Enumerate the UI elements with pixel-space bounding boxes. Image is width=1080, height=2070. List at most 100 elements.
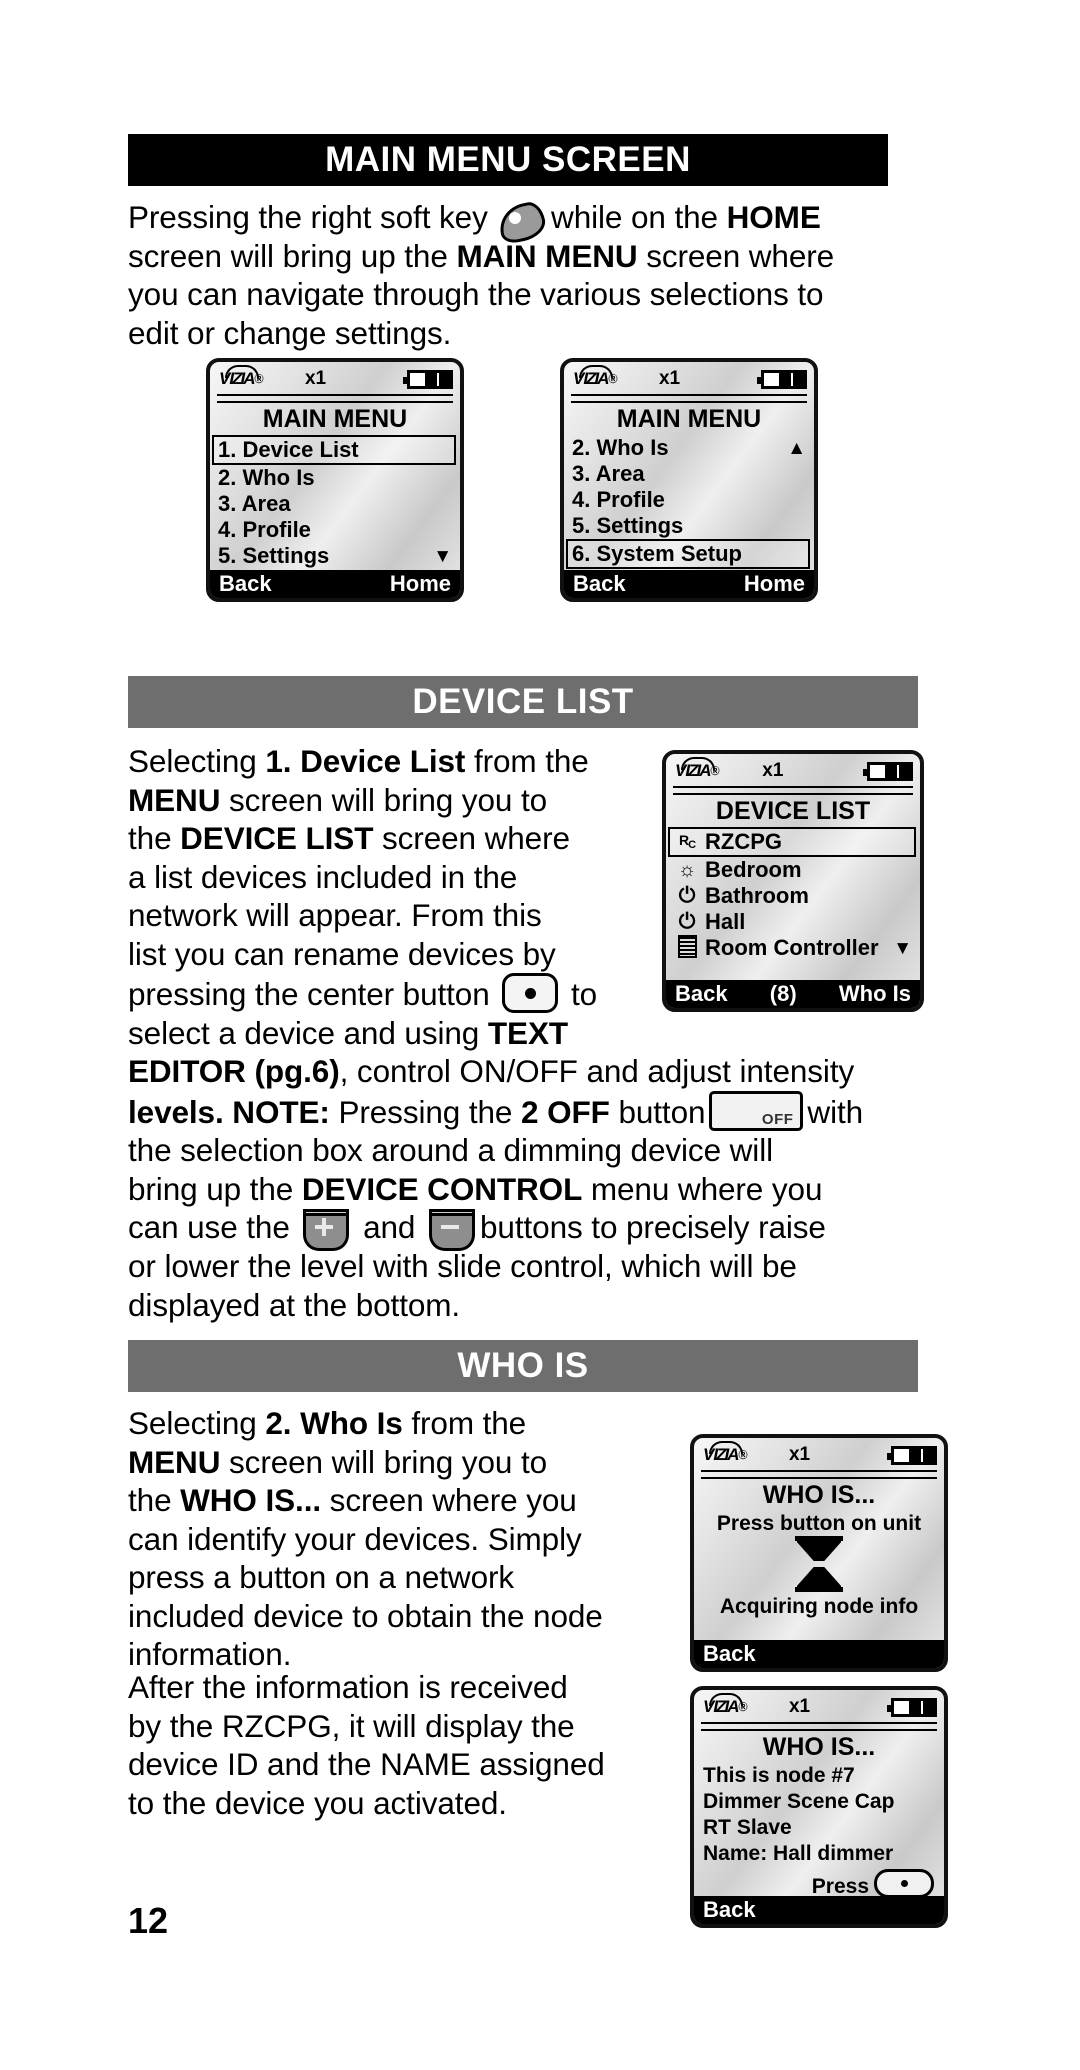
vizia-logo: VIZIAⓇ [703,1441,748,1465]
softkey-back[interactable]: Back [675,980,728,1008]
menu-item-device-list[interactable]: 1. Device List [212,435,456,465]
menu-item-area[interactable]: 3. Area [218,491,460,517]
divider [701,1722,937,1731]
menu-item-label: 4. Profile [218,517,311,542]
device-row-hall[interactable]: ⏻ Hall [674,909,920,935]
section-header-device-list: DEVICE LIST [128,676,918,728]
minus-button-icon [429,1209,476,1251]
section-header-main-menu-screen: MAIN MENU SCREEN [128,134,888,186]
softkey-who-is[interactable]: Who Is [839,980,911,1008]
dl-text-23: displayed at the bottom. [128,1286,461,1323]
lcd-title: MAIN MENU [262,405,408,433]
result-device-name: Name: Hall dimmer [703,1842,894,1865]
device-list-paragraph-left: Selecting 1. Device List from the MENU s… [128,742,658,1052]
center-button-icon [502,973,559,1013]
wi-text-10: After the information is received [128,1669,568,1705]
device-label: Room Controller [705,935,879,960]
off-button-icon: OFF [709,1090,804,1131]
menu-item-settings[interactable]: 5. Settings [572,513,814,539]
dl-text-2: from the [473,743,589,779]
lcd-title: WHO IS... [762,1481,876,1509]
multiplier-label: x1 [304,368,327,389]
menu-item-label: 6. System Setup [572,541,742,566]
lcd-softkey-bar: Back Home [210,570,460,598]
lcd-title: MAIN MENU [616,405,762,433]
wi-text-9: information. [128,1636,292,1672]
who-is-status: Acquiring node info [719,1595,919,1618]
menu-item-profile[interactable]: 4. Profile [218,517,460,543]
scroll-down-arrow-icon[interactable]: ▼ [893,939,912,958]
wi-text-1: Selecting [128,1405,257,1441]
battery-icon [886,1445,937,1465]
dl-text-15: with [807,1093,864,1130]
menu-item-label: 1. Device List [218,437,359,462]
device-row-bedroom[interactable]: ☼ Bedroom [674,857,920,883]
lcd-status-bar: VIZIAⓇ x1 [694,1438,944,1470]
menu-item-label: 2. Who Is [218,465,315,490]
menu-item-label: 4. Profile [572,487,665,512]
scroll-up-arrow-icon[interactable]: ▲ [787,439,806,458]
device-row-room-controller[interactable]: Room Controller ▼ [674,935,920,961]
dl-text-11: select a device and using [128,1014,480,1051]
wi-text-13: to the device you activated. [128,1784,507,1821]
power-icon: ⏻ [678,910,696,933]
soft-key-icon [496,199,549,246]
dl-text-21: buttons to precisely raise [480,1209,826,1245]
dl-text-4: the [128,820,172,856]
press-label: Press [811,1875,869,1898]
lcd-screen-main-menu-2: VIZIAⓇ x1 MAIN MENU 2. Who Is ▲ 3. Area 4… [560,358,818,602]
who-is-paragraph-1: Selecting 2. Who Is from the MENU screen… [128,1404,658,1674]
power-icon: ⏻ [678,884,696,907]
wi-who-is-screen-label: WHO IS... [180,1482,322,1518]
menu-item-system-setup[interactable]: 6. System Setup [566,539,810,569]
intro-text-6: edit or change settings. [128,314,452,351]
softkey-back[interactable]: Back [703,1896,756,1924]
softkey-back[interactable]: Back [573,570,626,598]
menu-item-who-is[interactable]: 2. Who Is ▲ [572,435,814,461]
menu-item-settings[interactable]: 5. Settings ▼ [218,543,460,569]
intro-text-2: while on the [551,199,718,235]
scroll-down-arrow-icon[interactable]: ▼ [433,547,452,566]
softkey-home[interactable]: Home [744,570,805,598]
device-label: Bathroom [705,883,809,908]
dl-text-7: network will appear. From this [128,897,542,933]
plus-button-icon [303,1209,350,1251]
device-row-rzcpg[interactable]: RC RZCPG [668,827,916,857]
lcd-menu-list: 2. Who Is ▲ 3. Area 4. Profile 5. Setting… [564,435,814,569]
menu-item-profile[interactable]: 4. Profile [572,487,814,513]
lcd-softkey-bar: Back [694,1640,944,1668]
dl-text-20: and [363,1209,416,1245]
multiplier-label: x1 [788,1444,811,1465]
divider [701,1470,937,1479]
lcd-screen-who-is-acquiring: VIZIAⓇ x1 WHO IS... Press button on unit… [690,1434,948,1672]
dl-levels-label: levels. [128,1093,224,1130]
intro-text-3: screen will bring up the [128,237,448,274]
lcd-softkey-bar: Back [694,1896,944,1924]
page-number: 12 [128,1900,169,1941]
wi-text-8: included device to obtain the node [128,1597,603,1634]
dl-menu-label: MENU [128,781,221,818]
dl-text-12: , control ON/OFF and adjust intensity [339,1053,855,1089]
lcd-status-bar: VIZIAⓇ x1 [210,362,460,394]
softkey-home[interactable]: Home [390,570,451,598]
menu-item-label: 3. Area [218,491,291,516]
dl-device-list-label: 1. Device List [265,743,466,779]
off-button-label: OFF [761,1110,794,1128]
dl-text-1: Selecting [128,743,257,779]
intro-text-4: screen where [646,237,835,274]
menu-item-label: 3. Area [572,461,645,486]
softkey-back[interactable]: Back [219,570,272,598]
dl-text-10: to [570,976,598,1012]
rc-icon: RC [678,831,696,851]
menu-item-area[interactable]: 3. Area [572,461,814,487]
dl-text-6: a list devices included in the [128,858,518,895]
wi-text-2: from the [411,1405,527,1441]
dl-editor-ref: EDITOR (pg.6) [128,1053,340,1089]
center-button-icon[interactable] [874,1869,934,1898]
dl-text-13: Pressing the [338,1093,513,1130]
battery-icon [886,1697,937,1717]
menu-item-who-is[interactable]: 2. Who Is [218,465,460,491]
device-row-bathroom[interactable]: ⏻ Bathroom [674,883,920,909]
hourglass-icon [795,1536,843,1592]
softkey-back[interactable]: Back [703,1640,756,1668]
